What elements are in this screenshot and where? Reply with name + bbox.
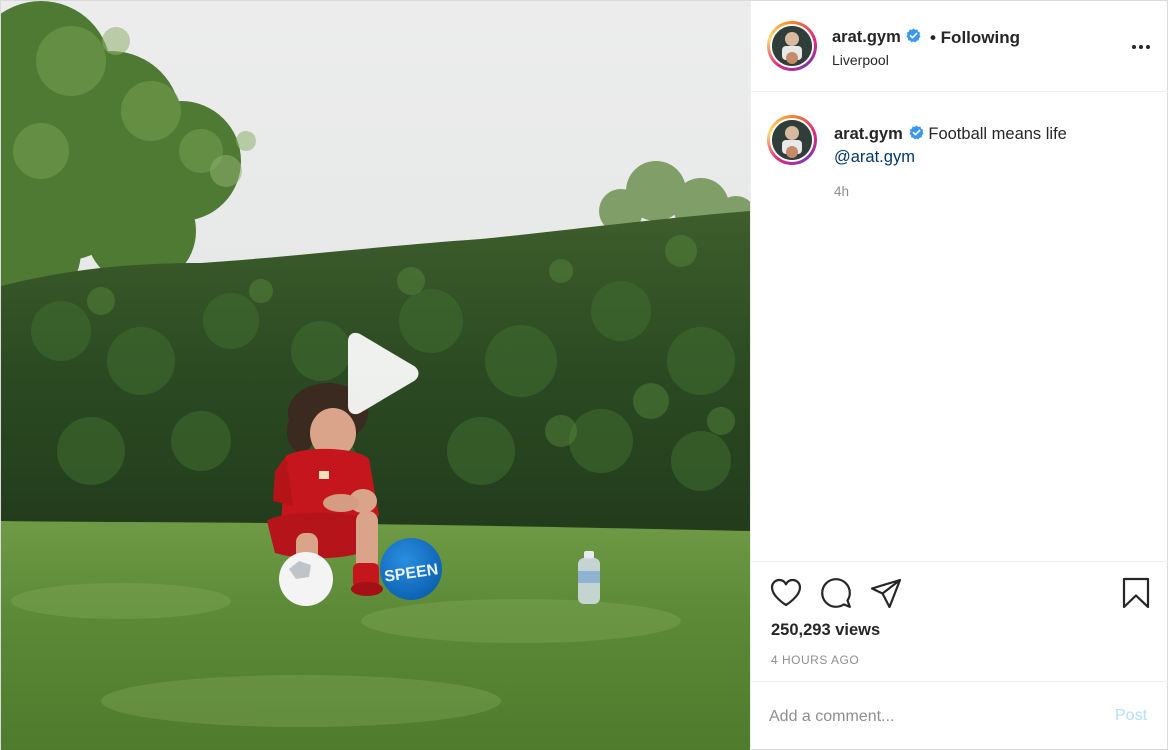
heart-icon xyxy=(770,578,802,607)
avatar[interactable] xyxy=(767,21,817,71)
share-button[interactable] xyxy=(869,576,903,610)
caption-text: arat.gym Football means life @arat.gym xyxy=(834,123,1154,169)
comment-icon xyxy=(821,578,851,608)
instagram-post: SPEEN arat.gym • Following Liverpool ara… xyxy=(0,0,1168,750)
water-bottle xyxy=(578,551,600,604)
caption-body: Football means life xyxy=(928,125,1067,143)
verified-badge-icon xyxy=(909,125,924,140)
post-details: arat.gym • Following Liverpool arat.gym … xyxy=(750,1,1168,750)
save-button[interactable] xyxy=(1119,576,1153,610)
caption-timestamp[interactable]: 4h xyxy=(834,184,849,199)
blue-ball: SPEEN xyxy=(380,538,442,600)
post-timestamp[interactable]: 4 HOURS AGO xyxy=(771,653,859,667)
post-header: arat.gym • Following Liverpool xyxy=(751,1,1168,92)
verified-badge-icon xyxy=(906,28,921,43)
play-button[interactable] xyxy=(336,331,426,416)
more-options-icon xyxy=(1132,45,1150,49)
username[interactable]: arat.gym xyxy=(832,28,901,47)
comment-input[interactable] xyxy=(769,702,1089,732)
following-button[interactable]: • Following xyxy=(930,28,1020,48)
caption-avatar[interactable] xyxy=(767,115,817,165)
caption-mention-link[interactable]: @arat.gym xyxy=(834,148,915,166)
location-link[interactable]: Liverpool xyxy=(832,52,889,68)
action-bar: 250,293 views 4 HOURS AGO xyxy=(751,561,1168,681)
bookmark-icon xyxy=(1122,577,1150,609)
like-button[interactable] xyxy=(769,576,803,610)
caption-username[interactable]: arat.gym xyxy=(834,125,903,143)
more-options-button[interactable] xyxy=(1129,35,1153,59)
post-comment-button[interactable]: Post xyxy=(1115,707,1147,725)
comment-button[interactable] xyxy=(819,576,853,610)
view-count[interactable]: 250,293 views xyxy=(771,621,880,640)
post-video[interactable]: SPEEN xyxy=(1,1,750,750)
play-icon xyxy=(348,332,419,415)
comment-form: Post xyxy=(751,681,1168,750)
paper-plane-icon xyxy=(870,578,902,609)
